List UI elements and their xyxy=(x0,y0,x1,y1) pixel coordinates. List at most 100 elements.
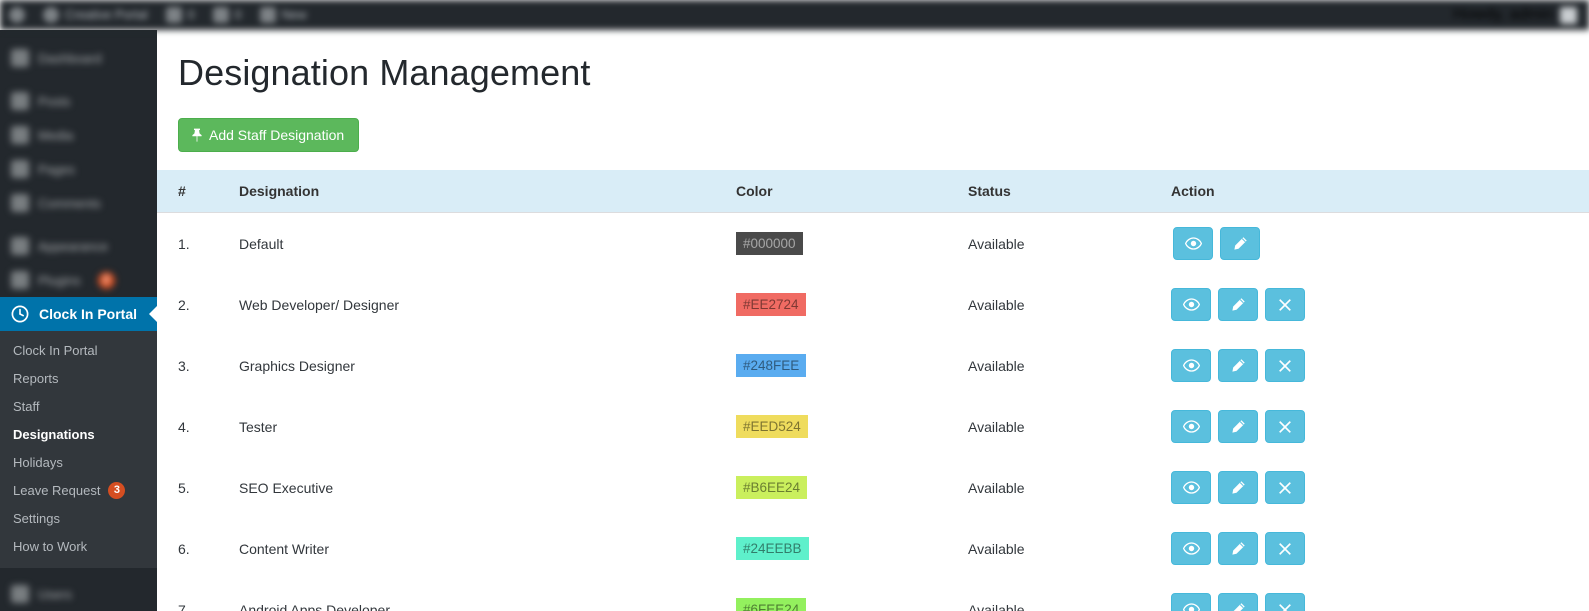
table-row: 4. Tester #EED524 Available xyxy=(157,396,1589,457)
cell-action xyxy=(1171,457,1589,518)
delete-button[interactable] xyxy=(1265,593,1305,611)
eye-icon xyxy=(1182,420,1200,433)
sidebar-core-group: Dashboard Posts Media Pages Comments App… xyxy=(0,30,157,297)
refresh-icon xyxy=(165,7,182,23)
cell-designation: Default xyxy=(239,235,284,252)
action-button-group xyxy=(1171,410,1581,443)
sidebar-subitem-leave-request[interactable]: Leave Request 3 xyxy=(0,476,157,504)
sidebar-subitem-holidays[interactable]: Holidays xyxy=(0,448,157,476)
sidebar-item-dashboard[interactable]: Dashboard xyxy=(0,41,157,75)
action-button-group xyxy=(1171,349,1581,382)
edit-button[interactable] xyxy=(1218,288,1258,321)
edit-button[interactable] xyxy=(1218,349,1258,382)
view-button[interactable] xyxy=(1171,349,1211,382)
view-button[interactable] xyxy=(1171,532,1211,565)
view-button[interactable] xyxy=(1171,410,1211,443)
delete-button[interactable] xyxy=(1265,471,1305,504)
view-button[interactable] xyxy=(1171,471,1211,504)
cell-action xyxy=(1171,518,1589,579)
adminbar-new-label: New xyxy=(281,8,307,22)
media-icon xyxy=(11,126,29,144)
sidebar-item-pages[interactable]: Pages xyxy=(0,152,157,186)
color-swatch: #248FEE xyxy=(736,354,807,377)
adminbar-site-label: Creative Portal xyxy=(65,8,148,22)
view-button[interactable] xyxy=(1171,288,1211,321)
table-row: 3. Graphics Designer #248FEE Available xyxy=(157,335,1589,396)
sidebar-subitem-label: Designations xyxy=(13,426,95,442)
col-header-color[interactable]: Color xyxy=(736,170,968,213)
sidebar-subitem-clock-in-portal[interactable]: Clock In Portal xyxy=(0,336,157,364)
sidebar-subitem-designations[interactable]: Designations xyxy=(0,420,157,448)
sidebar-subitem-label: Settings xyxy=(13,510,60,526)
table-row: 7. Android Apps Developer #6FEE24 Available xyxy=(157,579,1589,611)
sidebar-subitem-staff[interactable]: Staff xyxy=(0,392,157,420)
main-content: Designation Management Add Staff Designa… xyxy=(157,30,1589,611)
wp-admin-bar: Creative Portal 0 0 New Howdy, admin xyxy=(0,0,1589,30)
sidebar-item-appearance[interactable]: Appearance xyxy=(0,229,157,263)
sidebar-subitem-settings[interactable]: Settings xyxy=(0,504,157,532)
clock-icon xyxy=(11,305,29,323)
edit-button[interactable] xyxy=(1220,227,1260,260)
add-staff-designation-button[interactable]: Add Staff Designation xyxy=(178,118,360,152)
delete-button[interactable] xyxy=(1265,532,1305,565)
sidebar-item-clock-in-portal[interactable]: Clock In Portal xyxy=(0,297,158,331)
sidebar-divider xyxy=(0,75,157,84)
table-row: 6. Content Writer #24EEBB Available xyxy=(157,518,1589,579)
cell-status: Available xyxy=(968,601,1025,611)
adminbar-item-wordpress-logo[interactable] xyxy=(0,0,34,30)
sidebar-subitem-label: How to Work xyxy=(13,538,88,554)
home-icon xyxy=(43,7,59,23)
sidebar-item-plugins[interactable]: Plugins 2 xyxy=(0,263,157,297)
sidebar-item-comments[interactable]: Comments xyxy=(0,186,157,220)
cell-designation: Graphics Designer xyxy=(239,357,355,374)
avatar xyxy=(1560,6,1577,24)
edit-button[interactable] xyxy=(1218,471,1258,504)
sidebar-label: Dashboard xyxy=(38,50,102,66)
adminbar-my-account[interactable]: Howdy, admin xyxy=(1453,6,1589,24)
pencil-icon xyxy=(1230,480,1246,496)
adminbar-howdy-label: Howdy, admin xyxy=(1452,6,1553,23)
sidebar-active-label: Clock In Portal xyxy=(39,306,138,322)
comment-icon xyxy=(212,7,229,23)
adminbar-item-updates[interactable]: 0 xyxy=(157,0,204,30)
action-button-group xyxy=(1171,532,1581,565)
adminbar-item-site-name[interactable]: Creative Portal xyxy=(34,0,157,30)
plugins-update-badge: 2 xyxy=(97,271,115,289)
col-header-designation[interactable]: Designation xyxy=(239,170,736,213)
view-button[interactable] xyxy=(1173,227,1213,260)
admin-sidebar: Dashboard Posts Media Pages Comments App… xyxy=(0,30,158,611)
delete-button[interactable] xyxy=(1265,410,1305,443)
sidebar-bottom-group: Users xyxy=(0,568,157,611)
color-swatch: #EE2724 xyxy=(736,293,806,316)
adminbar-item-comments[interactable]: 0 xyxy=(204,0,251,30)
edit-button[interactable] xyxy=(1218,532,1258,565)
cell-color: #B6EE24 xyxy=(736,457,968,518)
delete-button[interactable] xyxy=(1265,349,1305,382)
cell-number: 2. xyxy=(178,296,190,313)
edit-button[interactable] xyxy=(1218,410,1258,443)
delete-button[interactable] xyxy=(1265,288,1305,321)
sidebar-subitem-how-to-work[interactable]: How to Work xyxy=(0,532,157,560)
col-header-action[interactable]: Action xyxy=(1171,170,1589,213)
adminbar-item-new[interactable]: New xyxy=(251,0,316,30)
sidebar-subitem-label: Holidays xyxy=(13,454,63,470)
sidebar-subitem-label: Staff xyxy=(13,398,40,414)
submenu-arrow-icon xyxy=(149,305,158,323)
cell-number: 5. xyxy=(178,479,190,496)
col-header-status[interactable]: Status xyxy=(968,170,1171,213)
eye-icon xyxy=(1182,298,1200,311)
cell-action xyxy=(1171,213,1589,275)
sidebar-divider-3 xyxy=(0,568,157,577)
view-button[interactable] xyxy=(1171,593,1211,611)
cell-status: Available xyxy=(968,418,1025,435)
sidebar-item-media[interactable]: Media xyxy=(0,118,157,152)
sidebar-item-posts[interactable]: Posts xyxy=(0,84,157,118)
sidebar-subitem-reports[interactable]: Reports xyxy=(0,364,157,392)
col-header-number[interactable]: # xyxy=(157,170,239,213)
pencil-icon xyxy=(1230,541,1246,557)
cell-status: Available xyxy=(968,235,1025,252)
sidebar-item-users[interactable]: Users xyxy=(0,577,157,611)
add-staff-designation-label: Add Staff Designation xyxy=(209,127,345,143)
eye-icon xyxy=(1182,481,1200,494)
edit-button[interactable] xyxy=(1218,593,1258,611)
